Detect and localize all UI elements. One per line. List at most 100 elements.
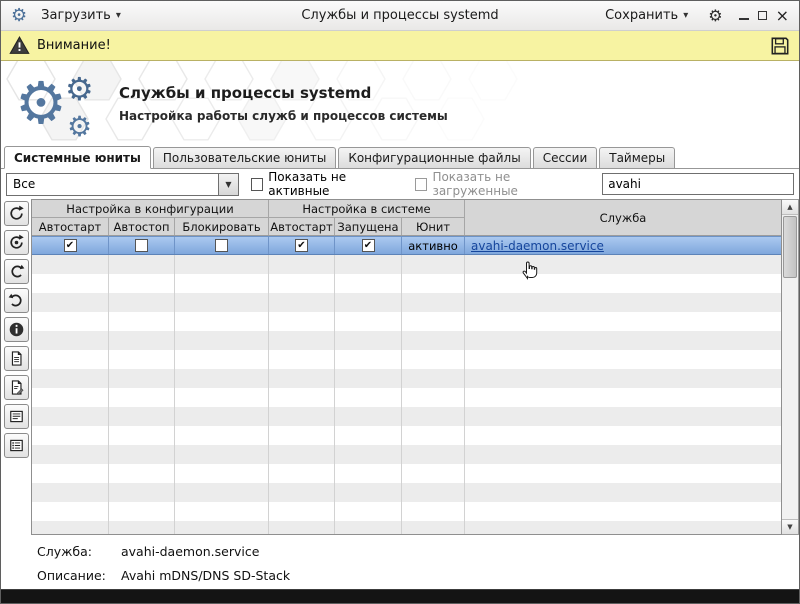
combobox-value: Все [13,176,36,191]
side-toolbar [1,199,31,535]
cell-cfg-block [175,237,269,254]
tab-config-files[interactable]: Конфигурационные файлы [338,147,531,168]
tab-timers[interactable]: Таймеры [599,147,676,168]
show-inactive-checkbox[interactable]: Показать не активные [250,170,403,198]
service-cell: avahi-daemon.service [465,237,781,254]
edit-unit-button[interactable] [3,375,29,400]
unit-file-button[interactable] [3,346,29,371]
group-header-config: Настройка в конфигурации [32,200,269,218]
header-banner: ⚙ ⚙ ⚙ Службы и процессы systemd Настройк… [1,61,799,145]
checkbox[interactable] [295,239,308,252]
checkbox[interactable] [361,239,375,252]
show-inactive-label: Показать не активные [268,170,347,198]
column-header-cfg-block: Блокировать [175,218,269,235]
start-service-button[interactable] [3,259,29,284]
save-file-button[interactable] [769,35,791,57]
column-header-cfg-autostart: Автостарт [32,218,109,235]
caret-down-icon: ▾ [683,10,689,21]
logo-gear-icon: ⚙ [67,110,93,143]
banner-title: Службы и процессы systemd [119,83,372,102]
document-edit-icon [11,380,23,395]
load-menu-label: Загрузить [41,8,111,23]
tab-sessions[interactable]: Сессии [532,147,598,168]
dropdown-arrow-icon: ▼ [225,179,232,189]
close-button[interactable]: × [776,7,789,23]
logo-gear-icon: ⚙ [15,69,67,137]
checkbox[interactable] [63,239,77,252]
table-header: Настройка в конфигурации Настройка в сис… [32,200,781,236]
filter-combobox[interactable]: Все ▼ [6,172,239,196]
column-header-sys-running: Запущена [335,218,402,235]
scroll-down-icon: ▼ [787,523,793,531]
log-icon [9,410,23,423]
service-value: avahi-daemon.service [121,544,260,559]
table-body: активно avahi-daemon.service [32,236,781,534]
scroll-down-button[interactable]: ▼ [782,519,798,534]
console-strip [1,589,799,603]
service-link[interactable]: avahi-daemon.service [471,239,604,253]
details-panel: Служба: avahi-daemon.service Описание: A… [1,535,799,589]
document-icon [11,351,22,366]
refresh-icon [9,205,24,220]
reload-daemon-button[interactable] [3,230,29,255]
description-value: Avahi mDNS/DNS SD-Stack [121,568,291,583]
titlebar: ⚙ Загрузить ▾ Службы и процессы systemd … [1,1,799,31]
caret-down-icon: ▾ [115,10,121,21]
settings-gear-button[interactable]: ⚙ [708,7,722,24]
checkbox[interactable] [135,239,148,252]
scroll-up-button[interactable]: ▲ [782,200,798,215]
column-header-unit: Юнит [402,218,465,235]
banner-subtitle: Настройка работы служб и процессов систе… [119,108,448,123]
refresh-button[interactable] [3,201,29,226]
save-menu-label: Сохранить [605,8,679,23]
app-window: ⚙ Загрузить ▾ Службы и процессы systemd … [0,0,800,604]
checkbox[interactable] [215,239,228,252]
search-input[interactable] [602,173,794,195]
list-icon [9,439,23,452]
warning-bar: Внимание! [1,31,799,61]
reload-icon [9,234,24,249]
warning-text: Внимание! [37,38,111,53]
units-table: Настройка в конфигурации Настройка в сис… [31,199,782,535]
undo-arrow-icon [8,293,21,307]
empty-rows[interactable] [32,255,781,534]
filter-row: Все ▼ Показать не активные Показать не з… [1,169,799,199]
show-unloaded-checkbox[interactable]: Показать не загруженные [415,170,590,198]
unit-state-cell: активно [402,237,465,254]
app-logo: ⚙ ⚙ ⚙ [1,61,105,145]
maximize-button[interactable] [757,11,767,20]
tab-system-units[interactable]: Системные юниты [4,146,151,169]
service-label: Служба: [37,544,92,559]
column-header-sys-autostart: Автостарт [269,218,335,235]
table-row-selected[interactable]: активно avahi-daemon.service [32,236,781,255]
group-header-system: Настройка в системе [269,200,465,218]
show-unloaded-label: Показать не загруженные [432,170,518,198]
save-menu-button[interactable]: Сохранить ▾ [599,5,694,26]
cell-cfg-autostart [32,237,109,254]
combobox-dropdown-button[interactable]: ▼ [217,173,238,195]
checkbox-box[interactable] [415,177,428,191]
scroll-up-icon: ▲ [787,203,793,211]
scroll-thumb[interactable] [783,216,797,278]
minimize-button[interactable] [738,12,749,20]
dependencies-button[interactable] [3,433,29,458]
main-area: Настройка в конфигурации Настройка в сис… [1,199,799,535]
checkbox-box[interactable] [250,177,264,191]
stop-service-button[interactable] [3,288,29,313]
info-button[interactable] [3,317,29,342]
tab-bar: Системные юниты Пользовательские юниты К… [1,145,799,169]
warning-icon [9,36,30,54]
column-header-service: Служба [599,210,647,225]
tab-user-units[interactable]: Пользовательские юниты [152,147,337,168]
info-icon [9,322,23,337]
floppy-icon [771,37,789,54]
cell-sys-running [335,237,402,254]
description-label: Описание: [37,568,106,583]
cell-cfg-autostop [109,237,175,254]
journal-button[interactable] [3,404,29,429]
redo-arrow-icon [11,264,24,278]
load-menu-button[interactable]: Загрузить ▾ [35,5,127,26]
cell-sys-autostart [269,237,335,254]
vertical-scrollbar[interactable]: ▲ ▼ [782,199,799,535]
app-gear-icon: ⚙ [11,4,28,26]
